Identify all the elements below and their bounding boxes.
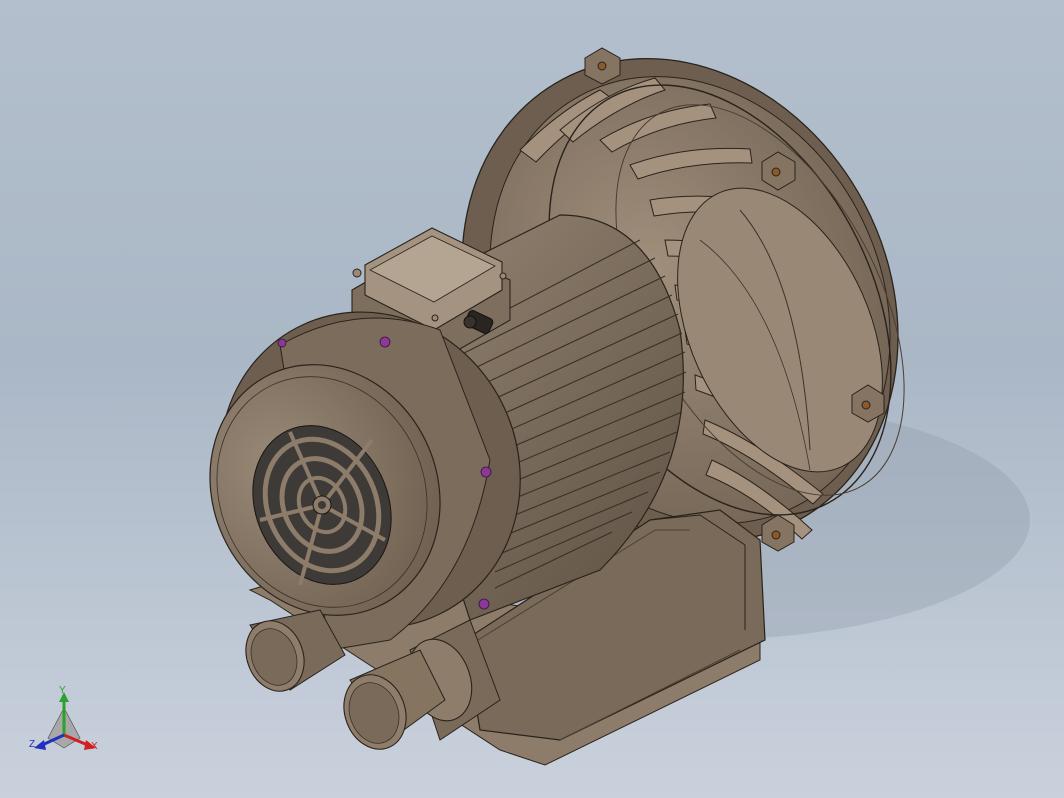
screw [478,598,490,610]
regenerative-blower-model[interactable] [0,0,1064,798]
triad-y-label: Y [59,685,66,696]
screw [480,466,492,478]
screw [379,336,391,348]
screw [277,338,287,348]
triad-x-label: X [91,741,98,752]
triad-z-label: Z [29,739,36,750]
orientation-triad[interactable] [34,692,96,750]
graphics-viewport[interactable]: Y X Z [0,0,1064,798]
triad-z-arrow [34,740,46,750]
